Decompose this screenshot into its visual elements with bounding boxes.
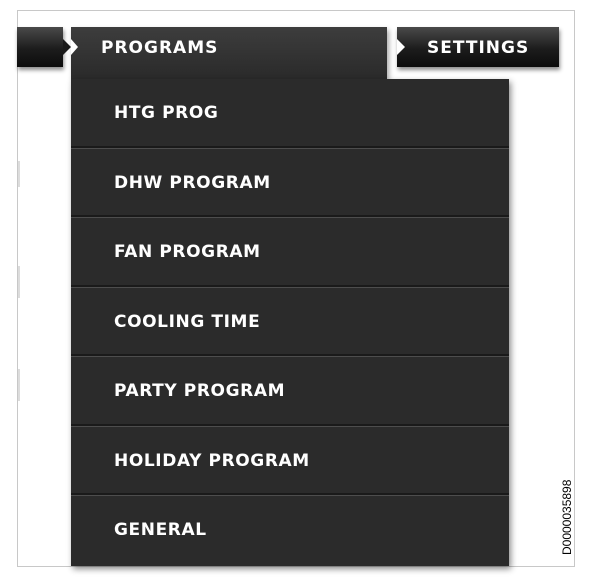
menu-item-party-program[interactable]: PARTY PROGRAM <box>71 357 509 427</box>
menu-item-label: HTG PROG <box>114 103 219 123</box>
menu-item-htg-prog[interactable]: HTG PROG <box>71 79 509 149</box>
menu-item-fan-program[interactable]: FAN PROGRAM <box>71 218 509 288</box>
background-edge <box>18 369 20 401</box>
menu-item-holiday-program[interactable]: HOLIDAY PROGRAM <box>71 427 509 496</box>
tab-pointer-icon <box>397 39 405 55</box>
tab-previous[interactable] <box>17 27 71 67</box>
tab-programs-label: PROGRAMS <box>101 38 219 58</box>
menu-item-label: FAN PROGRAM <box>114 242 261 262</box>
menu-bar: PROGRAMS SETTINGS <box>0 0 593 80</box>
document-id-label: D0000035898 <box>560 479 574 555</box>
menu-item-label: HOLIDAY PROGRAM <box>114 450 310 471</box>
programs-dropdown-menu: HTG PROG DHW PROGRAM FAN PROGRAM COOLING… <box>71 79 509 566</box>
menu-item-label: PARTY PROGRAM <box>114 381 286 401</box>
menu-item-dhw-program[interactable]: DHW PROGRAM <box>71 149 509 218</box>
menu-item-label: GENERAL <box>114 520 207 540</box>
tab-programs[interactable]: PROGRAMS <box>71 27 387 79</box>
menu-item-general[interactable]: GENERAL <box>71 496 509 566</box>
tab-pointer-icon <box>63 39 71 55</box>
tab-settings-label: SETTINGS <box>427 38 530 58</box>
tab-settings[interactable]: SETTINGS <box>397 27 559 67</box>
tab-pointer-icon <box>71 39 78 55</box>
background-edge <box>18 266 20 298</box>
menu-item-label: DHW PROGRAM <box>114 172 271 193</box>
menu-item-label: COOLING TIME <box>114 311 261 332</box>
background-edge <box>18 161 20 187</box>
menu-item-cooling-time[interactable]: COOLING TIME <box>71 288 509 357</box>
